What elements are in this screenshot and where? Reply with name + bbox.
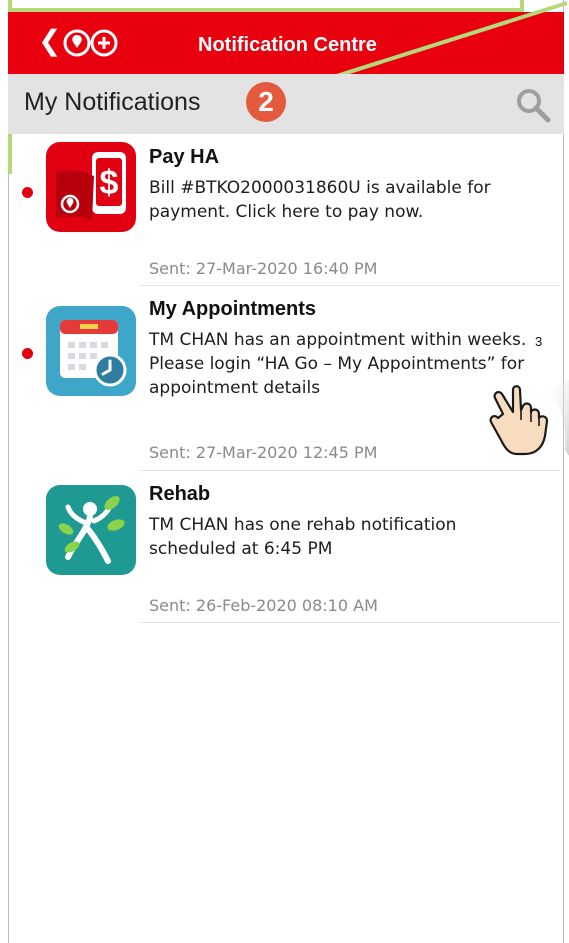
notification-app-name: My Appointments: [149, 298, 317, 320]
ha-go-logo: [63, 29, 118, 57]
appointments-app-icon: [46, 306, 136, 396]
annotation-number: 3: [535, 334, 543, 349]
notification-sent-time: Sent: 27-Mar-2020 16:40 PM: [149, 259, 378, 278]
notification-item[interactable]: $ Pay HA Bill #BTKO2000031860U is availa…: [0, 134, 569, 286]
notification-message: TM CHAN has one rehab notification sched…: [149, 515, 457, 559]
unread-dot: [22, 348, 33, 359]
svg-text:$: $: [100, 164, 119, 202]
notification-item[interactable]: My Appointments TM CHAN has an appointme…: [0, 286, 569, 471]
notification-item[interactable]: Rehab TM CHAN has one rehab notification…: [0, 471, 569, 623]
rehab-app-icon: [46, 485, 136, 575]
notification-message: Bill #BTKO2000031860U is available for p…: [149, 178, 491, 222]
notification-app-name: Rehab: [149, 483, 211, 505]
page-title: My Notifications: [24, 88, 201, 116]
tap-hand-icon: [489, 380, 569, 456]
unread-dot: [22, 187, 33, 198]
notification-sent-time: Sent: 26-Feb-2020 08:10 AM: [149, 596, 378, 615]
notification-app-name: Pay HA: [149, 146, 220, 168]
divider: [140, 622, 560, 623]
unread-count-badge: 2: [246, 82, 286, 122]
subheader-bar: My Notifications 2: [8, 74, 564, 134]
notification-sent-time: Sent: 27-Mar-2020 12:45 PM: [149, 443, 378, 462]
search-icon[interactable]: [514, 86, 552, 124]
pay-ha-app-icon: $: [46, 142, 136, 232]
notification-message: TM CHAN has an appointment within weeks.…: [149, 330, 527, 398]
back-icon[interactable]: ❮: [38, 26, 61, 56]
